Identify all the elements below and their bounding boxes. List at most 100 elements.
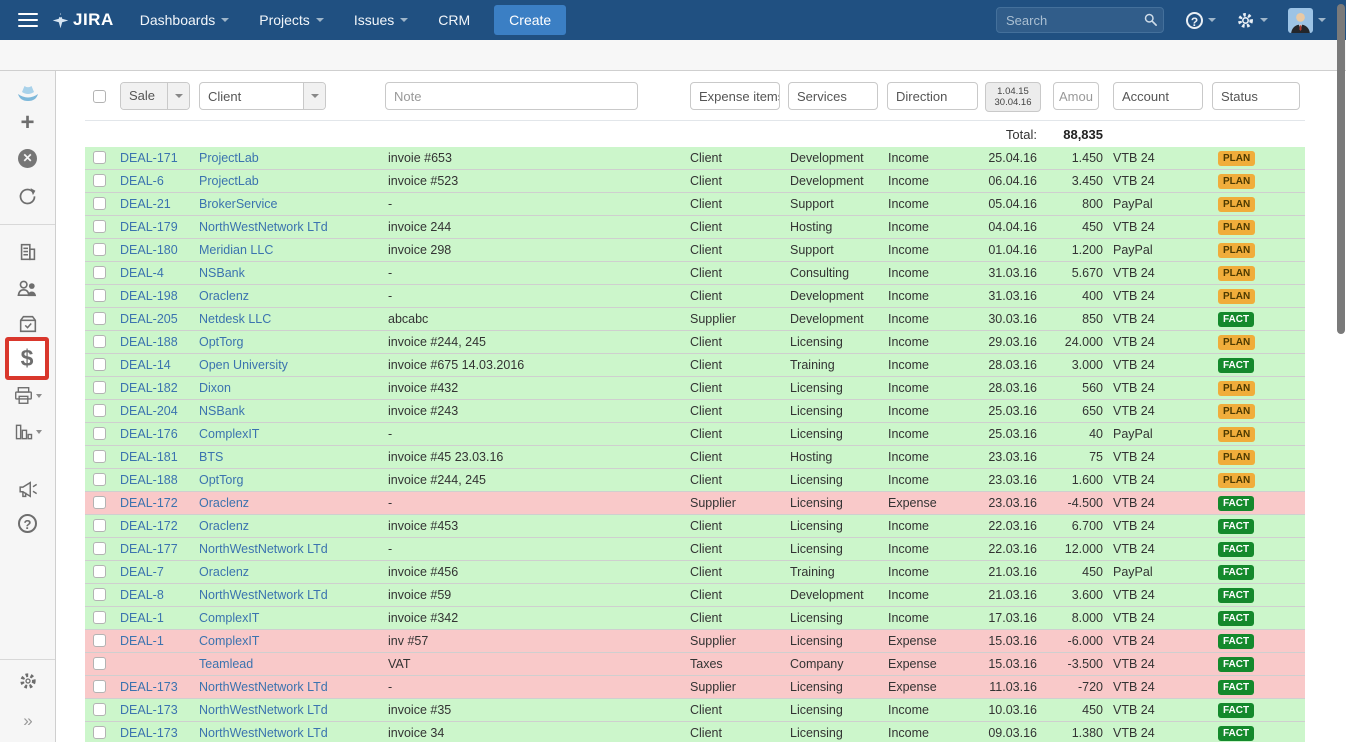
deal-key-link[interactable]: DEAL-8: [120, 588, 164, 602]
nav-crm[interactable]: CRM: [438, 12, 470, 28]
search-icon[interactable]: [1143, 12, 1158, 27]
help-menu[interactable]: ?: [1186, 12, 1216, 29]
status-badge[interactable]: FACT: [1218, 496, 1254, 511]
status-badge[interactable]: PLAN: [1218, 197, 1255, 212]
deal-key-link[interactable]: DEAL-176: [120, 427, 178, 441]
deal-key-link[interactable]: DEAL-1: [120, 634, 164, 648]
table-row[interactable]: DEAL-205Netdesk LLCabcabcSupplierDevelop…: [85, 308, 1305, 331]
status-badge[interactable]: FACT: [1218, 312, 1254, 327]
status-badge[interactable]: PLAN: [1218, 151, 1255, 166]
deal-key-link[interactable]: DEAL-6: [120, 174, 164, 188]
companies-icon[interactable]: [0, 241, 55, 263]
client-link[interactable]: Dixon: [199, 381, 231, 395]
client-link[interactable]: ProjectLab: [199, 151, 259, 165]
status-badge[interactable]: FACT: [1218, 588, 1254, 603]
status-badge[interactable]: FACT: [1218, 611, 1254, 626]
admin-menu[interactable]: [1236, 11, 1268, 30]
row-checkbox[interactable]: [93, 174, 106, 187]
client-link[interactable]: NorthWestNetwork LTd: [199, 588, 328, 602]
table-row[interactable]: DEAL-8NorthWestNetwork LTdinvoice #59Cli…: [85, 584, 1305, 607]
status-badge[interactable]: PLAN: [1218, 473, 1255, 488]
row-checkbox[interactable]: [93, 312, 106, 325]
sale-filter-dropdown[interactable]: Sale: [120, 82, 190, 110]
deal-key-link[interactable]: DEAL-173: [120, 726, 178, 740]
vertical-scrollbar[interactable]: [1336, 0, 1346, 742]
row-checkbox[interactable]: [93, 266, 106, 279]
cancel-icon[interactable]: ✕: [0, 149, 55, 168]
row-checkbox[interactable]: [93, 703, 106, 716]
deal-key-link[interactable]: DEAL-14: [120, 358, 171, 372]
row-checkbox[interactable]: [93, 450, 106, 463]
status-badge[interactable]: FACT: [1218, 657, 1254, 672]
table-row[interactable]: TeamleadVATTaxesCompanyExpense15.03.16-3…: [85, 653, 1305, 676]
table-row[interactable]: DEAL-1ComplexITinvoice #342ClientLicensi…: [85, 607, 1305, 630]
client-link[interactable]: ComplexIT: [199, 611, 259, 625]
help-icon[interactable]: ?: [0, 514, 55, 534]
client-link[interactable]: BrokerService: [199, 197, 278, 211]
select-all-checkbox[interactable]: [93, 90, 106, 103]
collapse-sidebar-icon[interactable]: »: [0, 711, 55, 731]
table-row[interactable]: DEAL-188OptTorginvoice #244, 245ClientLi…: [85, 331, 1305, 354]
table-row[interactable]: DEAL-14Open Universityinvoice #675 14.03…: [85, 354, 1305, 377]
deal-key-link[interactable]: DEAL-180: [120, 243, 178, 257]
table-row[interactable]: DEAL-177NorthWestNetwork LTd-ClientLicen…: [85, 538, 1305, 561]
table-row[interactable]: DEAL-172Oraclenz-SupplierLicensingExpens…: [85, 492, 1305, 515]
table-row[interactable]: DEAL-173NorthWestNetwork LTdinvoice #35C…: [85, 699, 1305, 722]
search-input[interactable]: [996, 7, 1164, 33]
announcement-icon[interactable]: [0, 478, 55, 500]
row-checkbox[interactable]: [93, 197, 106, 210]
deal-key-link[interactable]: DEAL-204: [120, 404, 178, 418]
table-row[interactable]: DEAL-181BTSinvoice #45 23.03.16ClientHos…: [85, 446, 1305, 469]
table-row[interactable]: DEAL-176ComplexIT-ClientLicensingIncome2…: [85, 423, 1305, 446]
row-checkbox[interactable]: [93, 289, 106, 302]
table-row[interactable]: DEAL-7Oraclenzinvoice #456ClientTraining…: [85, 561, 1305, 584]
status-badge[interactable]: PLAN: [1218, 381, 1255, 396]
settings-icon[interactable]: [0, 671, 55, 691]
deal-key-link[interactable]: DEAL-7: [120, 565, 164, 579]
amount-filter-input[interactable]: [1053, 82, 1099, 110]
client-link[interactable]: NorthWestNetwork LTd: [199, 703, 328, 717]
table-row[interactable]: DEAL-21BrokerService-ClientSupportIncome…: [85, 193, 1305, 216]
nav-issues[interactable]: Issues: [354, 12, 408, 28]
table-row[interactable]: DEAL-172Oraclenzinvoice #453ClientLicens…: [85, 515, 1305, 538]
client-link[interactable]: NorthWestNetwork LTd: [199, 680, 328, 694]
deal-key-link[interactable]: DEAL-172: [120, 496, 178, 510]
row-checkbox[interactable]: [93, 496, 106, 509]
status-badge[interactable]: FACT: [1218, 358, 1254, 373]
status-filter[interactable]: Status: [1212, 82, 1300, 110]
deal-key-link[interactable]: DEAL-177: [120, 542, 178, 556]
deal-key-link[interactable]: DEAL-182: [120, 381, 178, 395]
add-icon[interactable]: +: [0, 113, 55, 133]
client-link[interactable]: Netdesk LLC: [199, 312, 271, 326]
status-badge[interactable]: PLAN: [1218, 266, 1255, 281]
status-badge[interactable]: PLAN: [1218, 427, 1255, 442]
client-link[interactable]: NorthWestNetwork LTd: [199, 542, 328, 556]
client-filter-dropdown[interactable]: Client: [199, 82, 326, 110]
deal-key-link[interactable]: DEAL-1: [120, 611, 164, 625]
client-link[interactable]: NorthWestNetwork LTd: [199, 220, 328, 234]
row-checkbox[interactable]: [93, 565, 106, 578]
row-checkbox[interactable]: [93, 381, 106, 394]
table-row[interactable]: DEAL-173NorthWestNetwork LTdinvoice 34Cl…: [85, 722, 1305, 742]
deal-key-link[interactable]: DEAL-171: [120, 151, 178, 165]
expense-items-filter[interactable]: Expense items: [690, 82, 780, 110]
deal-key-link[interactable]: DEAL-188: [120, 473, 178, 487]
row-checkbox[interactable]: [93, 519, 106, 532]
status-badge[interactable]: FACT: [1218, 565, 1254, 580]
redo-icon[interactable]: [0, 185, 55, 206]
client-link[interactable]: Oraclenz: [199, 289, 249, 303]
print-icon[interactable]: [0, 386, 55, 405]
nav-projects[interactable]: Projects: [259, 12, 324, 28]
status-badge[interactable]: PLAN: [1218, 174, 1255, 189]
row-checkbox[interactable]: [93, 358, 106, 371]
table-row[interactable]: DEAL-171ProjectLabinvoie #653ClientDevel…: [85, 147, 1305, 170]
status-badge[interactable]: PLAN: [1218, 289, 1255, 304]
row-checkbox[interactable]: [93, 726, 106, 739]
row-checkbox[interactable]: [93, 611, 106, 624]
client-link[interactable]: Oraclenz: [199, 496, 249, 510]
table-row[interactable]: DEAL-204NSBankinvoice #243ClientLicensin…: [85, 400, 1305, 423]
client-link[interactable]: NorthWestNetwork LTd: [199, 726, 328, 740]
transactions-icon[interactable]: $: [21, 345, 34, 372]
table-row[interactable]: DEAL-4NSBank-ClientConsultingIncome31.03…: [85, 262, 1305, 285]
client-link[interactable]: ComplexIT: [199, 634, 259, 648]
